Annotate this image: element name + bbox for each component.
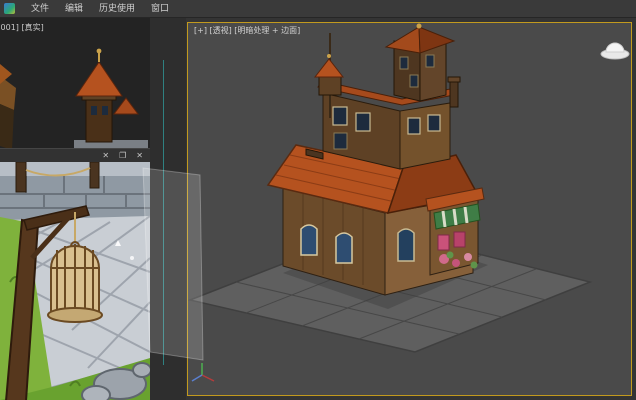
- reference-image-titlebar[interactable]: ✕ ❐ ✕: [0, 149, 150, 162]
- app-logo-icon[interactable]: [4, 3, 15, 14]
- hat-object[interactable]: [600, 42, 630, 60]
- house-model[interactable]: [266, 23, 485, 296]
- menu-history[interactable]: 历史使用: [99, 0, 135, 18]
- window-control-1-icon[interactable]: ✕: [102, 149, 109, 162]
- axis-tripod-icon: [191, 363, 215, 382]
- menu-edit[interactable]: 编辑: [65, 0, 83, 18]
- reference-image-window[interactable]: ✕ ❐ ✕: [0, 148, 150, 400]
- menu-window[interactable]: 窗口: [151, 0, 169, 18]
- application-window: 文件 编辑 历史使用 窗口 [Camera001] [真实] ✕: [0, 0, 636, 400]
- viewport-3d-scene[interactable]: [188, 23, 631, 395]
- perspective-viewport[interactable]: [+] [透视] [明暗处理 + 边面]: [186, 18, 636, 400]
- window-close-icon[interactable]: ✕: [136, 149, 143, 162]
- menu-bar: 文件 编辑 历史使用 窗口: [0, 0, 636, 18]
- menu-file[interactable]: 文件: [31, 0, 49, 18]
- concept-art-image: [0, 161, 150, 400]
- camera-viewport-label[interactable]: [Camera001] [真实]: [0, 22, 44, 33]
- selection-edge-line: [163, 60, 164, 365]
- window-maximize-icon[interactable]: ❐: [119, 149, 126, 162]
- viewport-label[interactable]: [+] [透视] [明暗处理 + 边面]: [194, 25, 300, 36]
- active-viewport-frame[interactable]: [+] [透视] [明暗处理 + 边面]: [187, 22, 632, 396]
- camera-view-tower-model[interactable]: [34, 44, 150, 156]
- viewport-divider-strip[interactable]: [150, 18, 186, 400]
- camera-viewport-panel[interactable]: [Camera001] [真实] ✕ ❐ ✕: [0, 18, 150, 400]
